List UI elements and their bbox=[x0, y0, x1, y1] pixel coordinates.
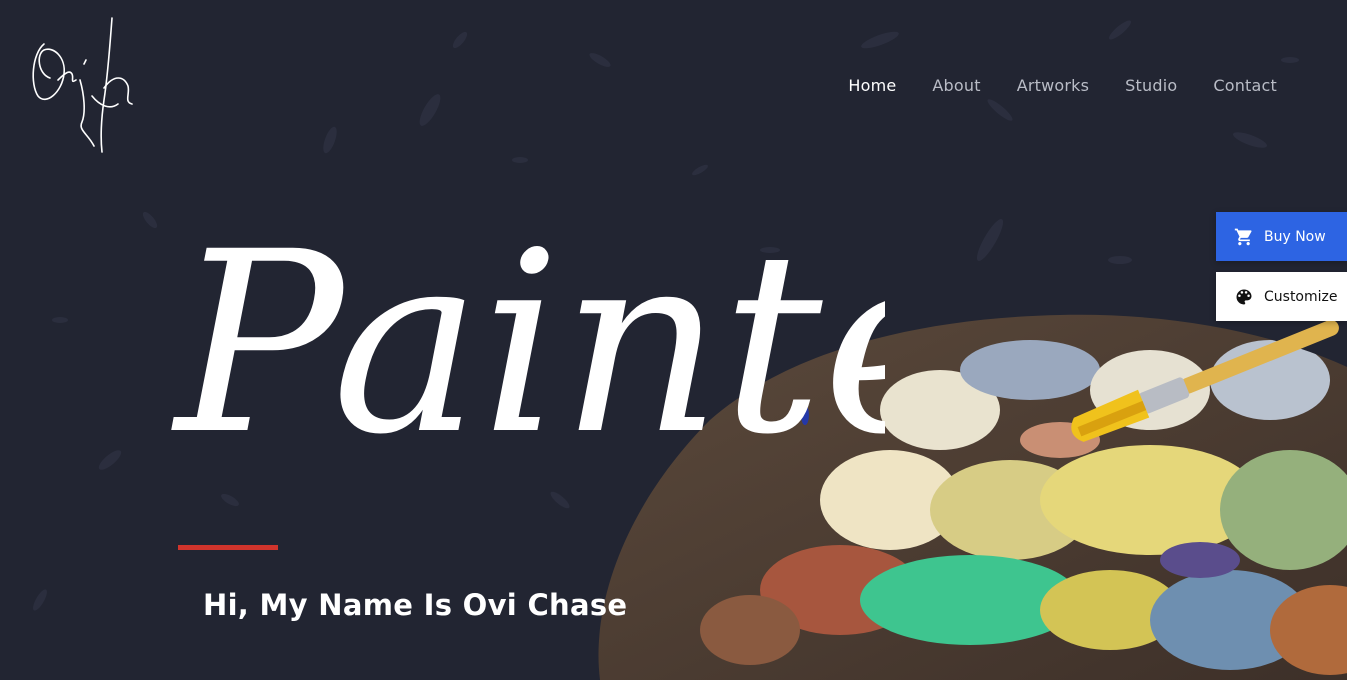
nav-home[interactable]: Home bbox=[830, 76, 914, 96]
nav-about[interactable]: About bbox=[914, 76, 998, 96]
accent-line bbox=[178, 545, 278, 550]
hero-greeting: Hi, My Name Is Ovi Chase bbox=[203, 588, 628, 622]
hero-title: Painter bbox=[171, 200, 885, 489]
nav-artworks[interactable]: Artworks bbox=[999, 76, 1107, 96]
nav-studio[interactable]: Studio bbox=[1107, 76, 1195, 96]
buy-now-label: Buy Now bbox=[1264, 228, 1326, 245]
palette-icon bbox=[1236, 289, 1252, 304]
buy-now-button[interactable]: Buy Now bbox=[1216, 212, 1347, 261]
signature-logo[interactable] bbox=[28, 14, 138, 159]
cart-icon bbox=[1234, 228, 1252, 245]
customize-button[interactable]: Customize bbox=[1216, 272, 1347, 321]
customize-label: Customize bbox=[1264, 288, 1338, 305]
nav-contact[interactable]: Contact bbox=[1195, 76, 1295, 96]
paint-brush-image bbox=[1071, 319, 1339, 442]
main-nav: Home About Artworks Studio Contact bbox=[830, 76, 1295, 96]
hero-title-text: Painter bbox=[171, 200, 885, 489]
